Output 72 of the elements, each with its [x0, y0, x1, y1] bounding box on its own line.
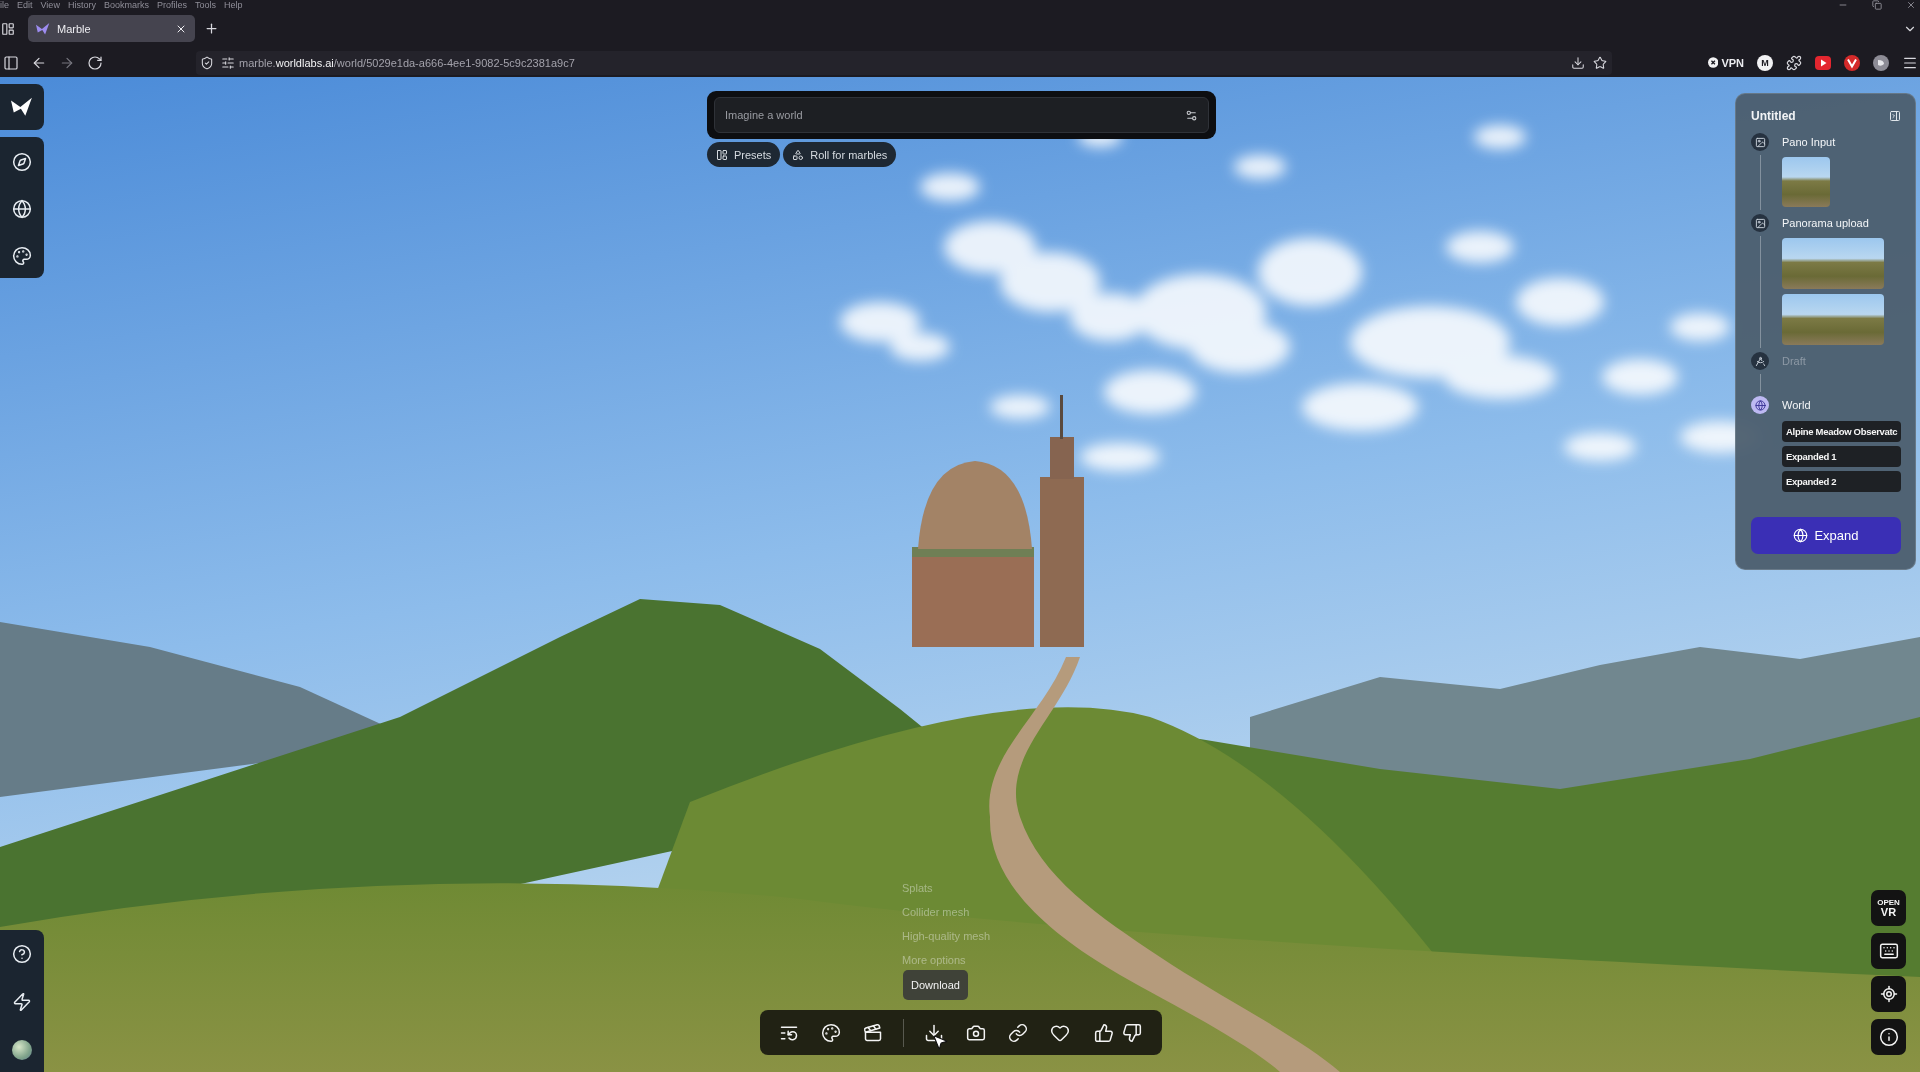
close-icon[interactable]	[1906, 0, 1916, 10]
step-label: World	[1782, 398, 1812, 413]
reload-icon[interactable]	[87, 54, 103, 71]
extension-icon[interactable]	[1873, 54, 1889, 71]
help-icon[interactable]	[12, 944, 32, 964]
info-button[interactable]	[1871, 1019, 1906, 1055]
step-label: Pano Input	[1782, 135, 1837, 150]
prompt-field[interactable]: Imagine a world	[714, 97, 1209, 133]
layout-icon	[716, 148, 728, 161]
clapperboard-icon[interactable]	[863, 1022, 883, 1043]
collapse-panel-icon[interactable]	[1889, 110, 1901, 122]
thumbs-down-icon[interactable]	[1122, 1022, 1142, 1043]
menu-item[interactable]: Help	[223, 0, 243, 10]
extension-icon[interactable]	[1844, 54, 1860, 71]
shield-icon[interactable]	[200, 55, 214, 70]
version-item[interactable]: Alpine Meadow Observatc	[1782, 421, 1902, 442]
compass-icon[interactable]	[12, 152, 32, 172]
menu-item[interactable]: Profiles	[156, 0, 187, 10]
panels-icon[interactable]	[1, 21, 15, 36]
chip-button[interactable]: Presets	[707, 142, 781, 167]
photo-placeholder[interactable]	[1782, 238, 1884, 289]
avatar-icon[interactable]	[12, 1040, 32, 1060]
heart-icon[interactable]	[1050, 1022, 1070, 1043]
menu-item[interactable]: Tools	[194, 0, 216, 10]
tooltip: Download	[903, 970, 968, 1000]
browser-tab[interactable]: Marble	[28, 15, 195, 42]
sidebar-icon[interactable]	[3, 54, 19, 71]
recenter-button[interactable]	[1871, 976, 1906, 1012]
crosshair-icon	[1879, 985, 1898, 1003]
x-circle-icon	[1708, 57, 1719, 68]
logo-icon[interactable]	[11, 96, 33, 118]
lightning-icon[interactable]	[12, 992, 32, 1012]
globe-icon	[1793, 528, 1809, 543]
restore-icon[interactable]	[1872, 0, 1882, 10]
keyboard-icon	[1878, 941, 1899, 961]
globe-icon[interactable]	[12, 199, 32, 219]
favicon-icon[interactable]	[36, 21, 50, 36]
vpn-button[interactable]: VPN	[1708, 56, 1744, 69]
vr-button[interactable]: OPEN VR	[1871, 890, 1906, 926]
menu-item[interactable]: Edit	[17, 0, 33, 10]
step-label: Draft	[1782, 354, 1807, 369]
mouse-pointer-icon	[931, 1033, 949, 1051]
new-tab-icon[interactable]	[204, 21, 219, 36]
address-bar[interactable]: marble.worldlabs.ai/world/5029e1da-a666-4ee1-9082-5c9c2381a9c7	[196, 50, 1612, 75]
link-icon[interactable]	[1008, 1022, 1028, 1043]
photo-placeholder[interactable]	[1782, 294, 1884, 345]
version-item[interactable]: Expanded 1	[1782, 446, 1902, 467]
menu-item[interactable]: ile	[0, 0, 9, 10]
extension-badge[interactable]: M	[1757, 54, 1773, 71]
sliders-icon[interactable]	[1185, 109, 1198, 122]
chip-button[interactable]: Roll for marbles	[783, 142, 897, 167]
palette-icon[interactable]	[821, 1022, 841, 1043]
thumbs-up-icon[interactable]	[1094, 1022, 1114, 1043]
palette-icon[interactable]	[12, 246, 32, 266]
panel-title: Untitled	[1751, 109, 1796, 123]
menu-item[interactable]: Bookmarks	[103, 0, 149, 10]
download-icon[interactable]	[924, 1022, 944, 1043]
sliders-icon[interactable]	[221, 55, 235, 70]
step-label: Panorama upload	[1782, 216, 1870, 231]
star-icon[interactable]	[1593, 55, 1607, 70]
play-icon[interactable]	[1815, 54, 1831, 71]
keyboard-button[interactable]	[1871, 933, 1906, 969]
version-item[interactable]: Expanded 2	[1782, 471, 1902, 492]
menu-item[interactable]: History	[67, 0, 96, 10]
puzzle-icon[interactable]	[1786, 54, 1802, 71]
shapes-icon	[792, 148, 805, 161]
download-icon[interactable]	[1571, 55, 1585, 70]
photo-placeholder[interactable]	[1782, 157, 1830, 207]
menu-item[interactable]: View	[40, 0, 60, 10]
logo-tile[interactable]	[0, 84, 44, 130]
expand-button[interactable]: Expand	[1751, 517, 1901, 554]
info-icon	[1878, 1027, 1899, 1047]
